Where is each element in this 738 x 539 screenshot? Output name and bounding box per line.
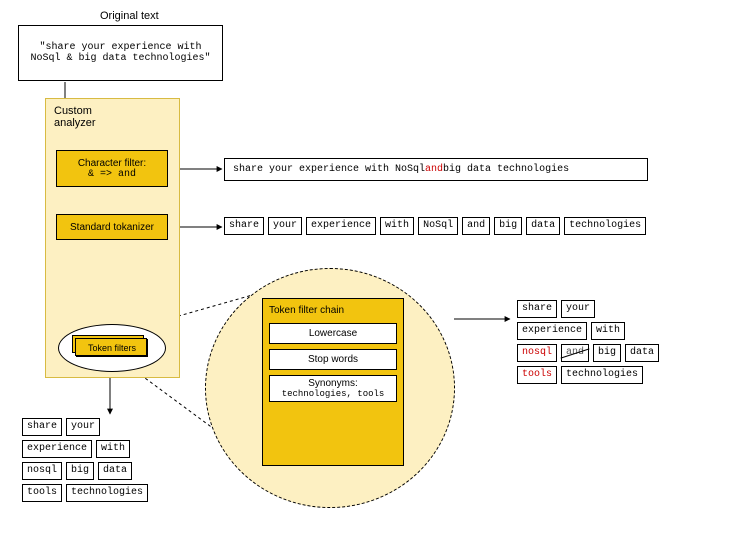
after-cf-prefix: share your experience with NoSql (233, 164, 425, 175)
char-filter-line1: Character filter: (78, 158, 146, 169)
token-filters-chip: Token filters (76, 339, 148, 357)
token: your (66, 418, 100, 436)
token: big (593, 344, 621, 362)
token-filter-chain-panel: Token filter chain Lowercase Stop words … (262, 298, 404, 466)
token: experience (22, 440, 92, 458)
token: nosql (22, 462, 62, 480)
token: your (561, 300, 595, 318)
token: technologies (561, 366, 643, 384)
token: NoSql (418, 217, 458, 235)
token: big (66, 462, 94, 480)
token: big (494, 217, 522, 235)
token: data (625, 344, 659, 362)
token-filters-ellipse: Token filters (58, 324, 166, 372)
filter-synonyms-l2: technologies, tools (274, 389, 392, 399)
token: with (591, 322, 625, 340)
token: technologies (66, 484, 148, 502)
after-charfilter-box: share your experience with NoSql and big… (224, 158, 648, 181)
token: tools (517, 366, 557, 384)
after-cf-and: and (425, 164, 443, 175)
token: your (268, 217, 302, 235)
after-cf-suffix: big data technologies (443, 164, 569, 175)
token: and (462, 217, 490, 235)
token: with (380, 217, 414, 235)
token: share (517, 300, 557, 318)
filter-chain-title: Token filter chain (263, 299, 403, 318)
token: and (561, 344, 589, 362)
filter-stopwords: Stop words (269, 349, 397, 370)
token: technologies (564, 217, 646, 235)
char-filter-line2: & => and (88, 169, 136, 180)
character-filter-box: Character filter: & => and (56, 150, 168, 187)
token: data (526, 217, 560, 235)
token: share (224, 217, 264, 235)
token-filters-label: Token filters (88, 343, 136, 353)
token: data (98, 462, 132, 480)
original-text-label: Original text (100, 10, 159, 22)
token: tools (22, 484, 62, 502)
token: experience (306, 217, 376, 235)
token: experience (517, 322, 587, 340)
standard-tokenizer-box: Standard tokanizer (56, 214, 168, 240)
after-tokenizer-tokens: shareyourexperiencewithNoSqlandbigdatate… (222, 215, 702, 237)
token: with (96, 440, 130, 458)
standard-tokenizer-label: Standard tokanizer (70, 222, 154, 233)
filter-synonyms-l1: Synonyms: (274, 378, 392, 389)
filter-synonyms: Synonyms: technologies, tools (269, 375, 397, 402)
custom-analyzer-label: Custom analyzer (54, 105, 134, 129)
token: nosql (517, 344, 557, 362)
original-text-box: "share your experience with NoSql & big … (18, 25, 223, 81)
tokens-mid-group: shareyour experiencewith nosqlandbigdata to… (515, 298, 695, 386)
filter-lowercase: Lowercase (269, 323, 397, 344)
original-text-value: "share your experience with NoSql & big … (23, 42, 218, 64)
tokens-final-group: shareyour experiencewith nosqlbigdata tools… (20, 416, 200, 504)
token: share (22, 418, 62, 436)
